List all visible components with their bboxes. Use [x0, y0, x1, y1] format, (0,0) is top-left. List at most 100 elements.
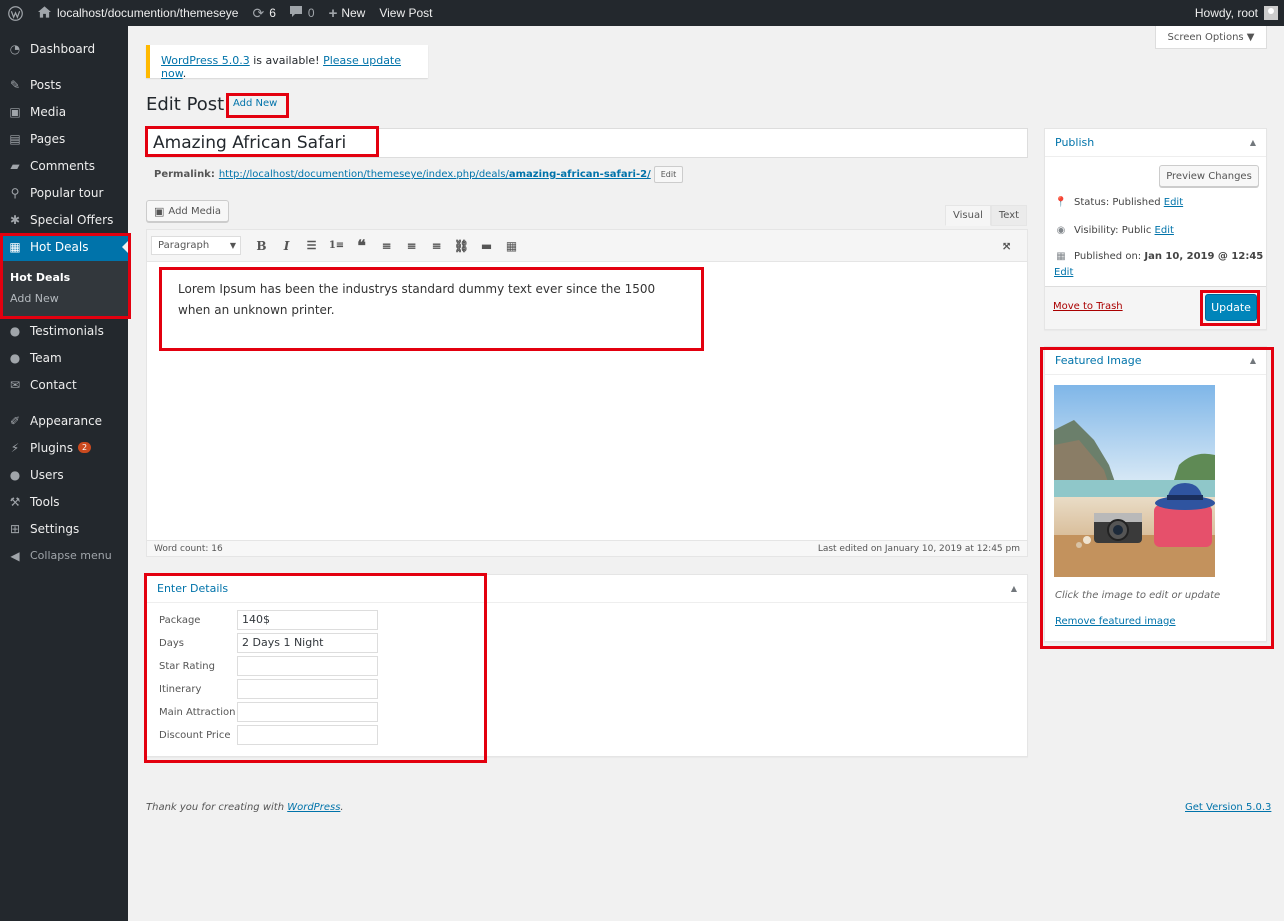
- published-edit-link[interactable]: Edit: [1054, 267, 1073, 278]
- account-menu[interactable]: Howdy, root: [1188, 0, 1284, 26]
- menu-item-contact[interactable]: ✉ Contact: [0, 371, 128, 398]
- bullet-list-icon[interactable]: ☰: [299, 236, 324, 256]
- collapse-arrow-icon[interactable]: ▲: [1250, 138, 1256, 147]
- editor-content[interactable]: Lorem Ipsum has been the industrys stand…: [147, 262, 1027, 321]
- menu-item-posts[interactable]: ✎ Posts: [0, 71, 128, 98]
- featured-image-metabox: Featured Image ▲ Click the image to edit…: [1044, 346, 1267, 642]
- toolbar-toggle-icon[interactable]: ▦: [499, 236, 524, 256]
- menu-item-comments[interactable]: ▰ Comments: [0, 152, 128, 179]
- published-label: Published on:: [1074, 251, 1142, 262]
- menu-item-appearance[interactable]: ✐ Appearance: [0, 407, 128, 434]
- tab-text[interactable]: Text: [990, 205, 1028, 226]
- editor-toolbar: Paragraph ▼ B I ☰ 1≡ ❝ ≡ ≡ ≡ ⛓ ▬ ▦ ⤧: [147, 230, 1027, 262]
- status-edit-link[interactable]: Edit: [1164, 197, 1183, 208]
- featured-header[interactable]: Featured Image ▲: [1045, 347, 1266, 375]
- new-content-link[interactable]: + New: [322, 0, 373, 26]
- admin-bar: localhost/documention/themeseye ⟳ 6 0 + …: [0, 0, 1284, 26]
- read-more-icon[interactable]: ▬: [474, 236, 499, 256]
- permalink-url[interactable]: http://localhost/documention/themeseye/i…: [219, 169, 651, 180]
- remove-featured-image-link[interactable]: Remove featured image: [1055, 616, 1176, 627]
- submenu-item-add-new[interactable]: Add New: [0, 288, 128, 309]
- get-version-link[interactable]: Get Version 5.0.3: [1185, 802, 1271, 813]
- menu-item-popular-tour[interactable]: ⚲ Popular tour: [0, 179, 128, 206]
- view-post-link[interactable]: View Post: [372, 0, 439, 26]
- add-media-button[interactable]: ▣ Add Media: [146, 200, 229, 222]
- wordpress-version-link[interactable]: WordPress 5.0.3: [161, 54, 250, 67]
- site-url: localhost/documention/themeseye: [57, 6, 239, 20]
- align-center-icon[interactable]: ≡: [399, 236, 424, 256]
- menu-item-users[interactable]: ● Users: [0, 461, 128, 488]
- star-rating-input[interactable]: [237, 656, 378, 676]
- main-attraction-input[interactable]: [237, 702, 378, 722]
- menu-item-pages[interactable]: ▤ Pages: [0, 125, 128, 152]
- preview-changes-button[interactable]: Preview Changes: [1159, 165, 1259, 187]
- featured-image-thumbnail[interactable]: [1054, 385, 1215, 577]
- collapse-arrow-icon[interactable]: ▲: [1011, 584, 1017, 593]
- footer-period: .: [340, 802, 344, 813]
- page-icon: ▤: [9, 131, 21, 146]
- notice-text: is available!: [249, 54, 324, 67]
- visibility-edit-link[interactable]: Edit: [1155, 225, 1174, 236]
- footer-text: Thank you for creating with: [146, 802, 288, 813]
- add-new-button[interactable]: Add New: [233, 98, 277, 109]
- collapse-arrow-icon[interactable]: ▲: [1250, 356, 1256, 365]
- itinerary-input[interactable]: [237, 679, 378, 699]
- brush-icon: ✐: [9, 413, 21, 428]
- media-icon: ▣: [9, 104, 21, 119]
- update-button[interactable]: Update: [1205, 294, 1257, 321]
- menu-label: Hot Deals: [30, 240, 89, 254]
- submenu-item-hot-deals[interactable]: Hot Deals: [0, 267, 128, 288]
- updates-link[interactable]: ⟳ 6: [245, 0, 282, 26]
- editor-status-bar: Word count: 16 Last edited on January 10…: [147, 540, 1027, 556]
- post-title-input[interactable]: Amazing African Safari: [146, 128, 1028, 158]
- media-icon: ▣: [154, 204, 165, 218]
- collapse-icon: ◀: [10, 548, 20, 563]
- menu-label: Plugins: [30, 440, 73, 455]
- menu-label: Dashboard: [30, 41, 96, 56]
- menu-item-settings[interactable]: ⊞ Settings: [0, 515, 128, 542]
- italic-icon[interactable]: I: [274, 236, 299, 256]
- footer-thanks: Thank you for creating with WordPress.: [146, 802, 344, 813]
- wordpress-link[interactable]: WordPress: [287, 802, 340, 813]
- align-right-icon[interactable]: ≡: [424, 236, 449, 256]
- menu-item-hot-deals[interactable]: ▦ Hot Deals: [0, 233, 128, 261]
- publish-metabox: Publish ▲ Preview Changes 📍 Status: Publ…: [1044, 128, 1267, 330]
- details-header[interactable]: Enter Details ▲: [147, 575, 1027, 603]
- detail-row-main-attraction: Main Attraction: [159, 702, 1027, 722]
- publish-header[interactable]: Publish ▲: [1045, 129, 1266, 157]
- menu-item-tools[interactable]: ⚒ Tools: [0, 488, 128, 515]
- featured-image-hint: Click the image to edit or update: [1055, 590, 1221, 601]
- pin-icon: 📍: [1054, 197, 1068, 208]
- numbered-list-icon[interactable]: 1≡: [324, 236, 349, 256]
- site-link[interactable]: localhost/documention/themeseye: [31, 0, 245, 26]
- menu-item-plugins[interactable]: ⚡ Plugins 2: [0, 434, 128, 461]
- bold-icon[interactable]: B: [249, 236, 274, 256]
- permalink-base: http://localhost/documention/themeseye/i…: [218, 169, 509, 180]
- wp-logo-icon[interactable]: [0, 0, 31, 26]
- discount-price-input[interactable]: [237, 725, 378, 745]
- menu-item-media[interactable]: ▣ Media: [0, 98, 128, 125]
- collapse-menu-button[interactable]: ◀ Collapse menu: [0, 542, 128, 569]
- align-left-icon[interactable]: ≡: [374, 236, 399, 256]
- menu-item-team[interactable]: ● Team: [0, 344, 128, 371]
- package-input[interactable]: 140$: [237, 610, 378, 630]
- screen-options-button[interactable]: Screen Options ▼: [1155, 26, 1267, 49]
- tab-visual[interactable]: Visual: [945, 205, 991, 226]
- menu-item-dashboard[interactable]: ◔ Dashboard: [0, 35, 128, 62]
- avatar: [1264, 6, 1278, 20]
- blockquote-icon[interactable]: ❝: [349, 236, 374, 256]
- details-title: Enter Details: [157, 582, 229, 595]
- comments-count: 0: [307, 6, 315, 20]
- link-icon[interactable]: ⛓: [449, 236, 474, 256]
- notice-end: .: [182, 67, 187, 80]
- move-to-trash-link[interactable]: Move to Trash: [1053, 301, 1123, 312]
- format-value: Paragraph: [158, 240, 210, 251]
- fullscreen-icon[interactable]: ⤧: [994, 236, 1019, 256]
- status-label: Status:: [1074, 197, 1110, 208]
- menu-item-special-offers[interactable]: ✱ Special Offers: [0, 206, 128, 233]
- menu-item-testimonials[interactable]: ● Testimonials: [0, 317, 128, 344]
- days-input[interactable]: 2 Days 1 Night: [237, 633, 378, 653]
- format-select[interactable]: Paragraph ▼: [151, 236, 241, 255]
- comments-link[interactable]: 0: [283, 0, 322, 26]
- permalink-edit-button[interactable]: Edit: [653, 166, 684, 183]
